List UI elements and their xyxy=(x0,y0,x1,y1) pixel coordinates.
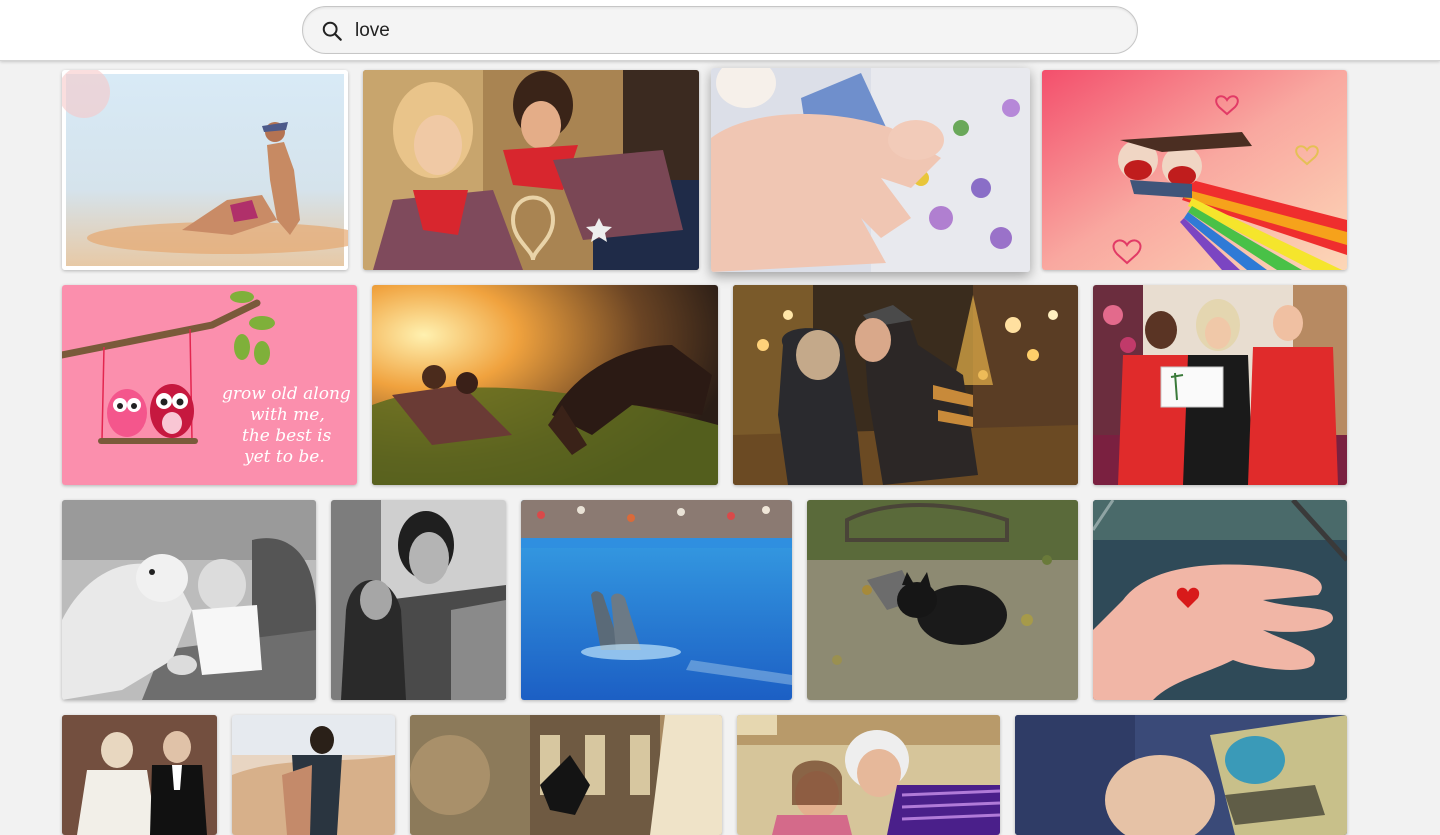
search-input[interactable] xyxy=(353,13,1117,49)
photo-plaza-statue[interactable] xyxy=(410,715,722,835)
photo-wedding-couple[interactable] xyxy=(62,715,217,835)
search-bar[interactable] xyxy=(302,6,1138,54)
photo-bw-couple[interactable] xyxy=(331,500,506,700)
photo-cowboy-couple[interactable] xyxy=(363,70,699,270)
photo-baby-hand[interactable] xyxy=(711,68,1030,272)
owl-card-line-4: yet to be. xyxy=(243,447,325,467)
photo-black-cat[interactable] xyxy=(807,500,1078,700)
photo-sleeping-baby[interactable] xyxy=(1015,715,1347,835)
photo-baby-dog[interactable] xyxy=(62,500,316,700)
photo-winter-kiss[interactable] xyxy=(733,285,1078,485)
photo-beach-couple[interactable] xyxy=(62,70,348,270)
owl-card-line-1: grow old along xyxy=(222,384,351,404)
owl-card-line-3: the best is xyxy=(242,426,332,446)
photo-grandmother-child[interactable] xyxy=(737,715,1000,835)
photo-rainbow-cartoon[interactable] xyxy=(1042,70,1347,270)
photo-desert-couple[interactable] xyxy=(232,715,395,835)
photo-dolphins[interactable] xyxy=(521,500,792,700)
photo-sunset-horse[interactable] xyxy=(372,285,718,485)
search-icon[interactable] xyxy=(321,20,343,42)
photo-owls-card[interactable]: grow old along with me, the best is yet … xyxy=(62,285,357,485)
photo-certificate-group[interactable] xyxy=(1093,285,1347,485)
top-bar xyxy=(0,0,1440,61)
owl-card-line-2: with me, xyxy=(250,405,325,425)
photo-hand-heart[interactable] xyxy=(1093,500,1347,700)
